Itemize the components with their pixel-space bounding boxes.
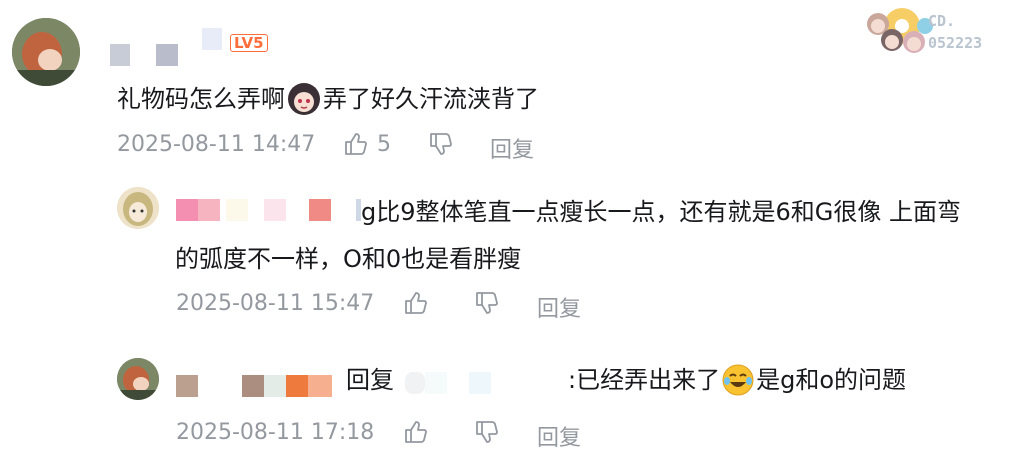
comment-time: 2025-08-11 15:47 [176, 291, 375, 316]
comment-text: 礼物码怎么弄啊 弄了好久汗流浃背了 [117, 82, 539, 116]
comment-time: 2025-08-11 14:47 [117, 132, 316, 157]
username-redacted[interactable] [176, 199, 361, 223]
avatar[interactable] [12, 18, 80, 86]
reply-button[interactable]: 回复 [537, 420, 581, 452]
username-redacted[interactable] [176, 375, 332, 399]
thumbs-down-icon [476, 421, 498, 443]
username-redacted[interactable] [110, 28, 230, 66]
avatar-image-icon [117, 187, 159, 229]
sticker-code-line1: CD. [928, 12, 956, 30]
decoration-sticker: CD. 052223 [862, 4, 1007, 60]
like-button[interactable] [403, 419, 429, 445]
thumbs-up-icon [345, 133, 367, 155]
chibi-characters-icon [867, 8, 933, 53]
laughing-tears-emoji-icon [722, 364, 754, 396]
mentioned-user-redacted[interactable] [405, 372, 555, 396]
anime-girl-sticker-icon [287, 82, 321, 116]
reply-button[interactable]: 回复 [490, 132, 534, 164]
comment-text-part1: :已经弄出来了 [568, 366, 721, 394]
level-badge: LV5 [230, 34, 268, 52]
avatar-image-icon [12, 18, 80, 86]
like-count: 5 [377, 131, 391, 157]
avatar[interactable] [117, 187, 159, 229]
thumbs-down-icon [476, 292, 498, 314]
thumbs-up-icon [405, 292, 427, 314]
comment-time: 2025-08-11 17:18 [176, 420, 375, 445]
dislike-button[interactable] [428, 131, 454, 157]
comment-text-part2: 是g和o的问题 [756, 366, 907, 394]
like-button[interactable]: 5 [343, 131, 391, 157]
comment-text-line1: g比9整体笔直一点瘦长一点，还有就是6和G很像 上面弯 [361, 198, 961, 226]
thumbs-up-icon [405, 421, 427, 443]
comment-text-line2: 的弧度不一样，O和0也是看胖瘦 [175, 245, 522, 273]
comment-text-part1: 礼物码怎么弄啊 [117, 85, 285, 113]
sticker-code-line2: 052223 [928, 34, 983, 52]
reply-button[interactable]: 回复 [537, 291, 581, 323]
reply-prefix: 回复 [346, 366, 394, 394]
comment-text-part2: 弄了好久汗流浃背了 [323, 85, 539, 113]
thumbs-down-icon [430, 133, 452, 155]
avatar-image-icon [117, 358, 159, 400]
dislike-button[interactable] [474, 419, 500, 445]
like-button[interactable] [403, 290, 429, 316]
avatar[interactable] [117, 358, 159, 400]
comment-text: :已经弄出来了 是g和o的问题 [568, 363, 906, 397]
dislike-button[interactable] [474, 290, 500, 316]
